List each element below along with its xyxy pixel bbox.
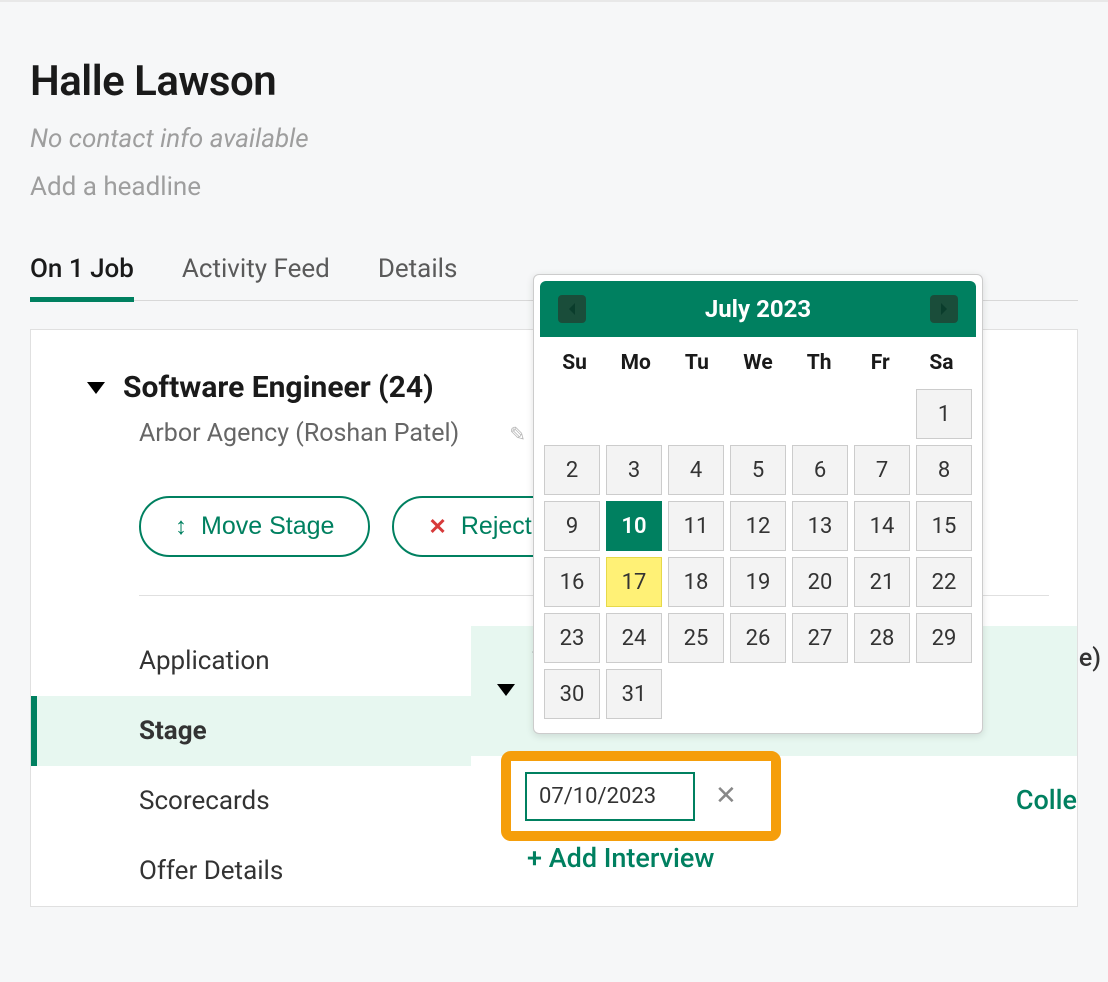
stage-date-highlight: ✕: [501, 751, 781, 841]
datepicker-dow-row: SuMoTuWeThFrSa: [534, 343, 982, 389]
contact-info: No contact info available: [30, 124, 1078, 154]
datepicker-day-cell[interactable]: 20: [792, 557, 848, 607]
datepicker-day-cell[interactable]: 14: [854, 501, 910, 551]
datepicker-day-cell[interactable]: 27: [792, 613, 848, 663]
add-headline-link[interactable]: Add a headline: [30, 172, 201, 202]
datepicker-day-cell[interactable]: 13: [792, 501, 848, 551]
datepicker-day-cell[interactable]: 24: [606, 613, 662, 663]
datepicker-dow-cell: Tu: [666, 351, 727, 375]
datepicker-day-cell[interactable]: 18: [668, 557, 724, 607]
sidebar-item-scorecards[interactable]: Scorecards: [31, 766, 471, 836]
move-stage-icon: ↕: [175, 513, 187, 541]
candidate-name: Halle Lawson: [30, 57, 1078, 106]
job-agency-line: Arbor Agency (Roshan Patel): [139, 419, 459, 448]
move-stage-button[interactable]: ↕ Move Stage: [139, 496, 370, 557]
job-title: Software Engineer (24): [123, 370, 434, 405]
pencil-icon[interactable]: ✎: [509, 422, 526, 446]
reject-label: Reject: [461, 512, 532, 541]
datepicker-next-button[interactable]: [930, 295, 958, 323]
stage-date-input[interactable]: [525, 772, 695, 821]
tab-activity-feed[interactable]: Activity Feed: [182, 254, 330, 300]
datepicker-day-cell[interactable]: 4: [668, 445, 724, 495]
reject-x-icon: ✕: [428, 514, 446, 540]
datepicker-dow-cell: Th: [789, 351, 850, 375]
datepicker-day-cell[interactable]: 12: [730, 501, 786, 551]
datepicker-day-cell[interactable]: 21: [854, 557, 910, 607]
datepicker-day-cell[interactable]: 2: [544, 445, 600, 495]
datepicker-day-cell[interactable]: 17: [606, 557, 662, 607]
datepicker-day-cell[interactable]: 29: [916, 613, 972, 663]
datepicker-day-cell[interactable]: 1: [916, 389, 972, 439]
datepicker-dow-cell: Sa: [911, 351, 972, 375]
datepicker-day-cell[interactable]: 30: [544, 669, 600, 719]
datepicker-day-cell[interactable]: 11: [668, 501, 724, 551]
datepicker-dow-cell: We: [727, 351, 788, 375]
datepicker: July 2023 SuMoTuWeThFrSa 123456789101112…: [533, 274, 983, 734]
stage-sidebar: Application Stage Scorecards Offer Detai…: [31, 596, 471, 906]
datepicker-dow-cell: Mo: [605, 351, 666, 375]
tab-on-job[interactable]: On 1 Job: [30, 254, 134, 300]
datepicker-day-cell[interactable]: 3: [606, 445, 662, 495]
datepicker-day-cell[interactable]: 9: [544, 501, 600, 551]
datepicker-day-cell[interactable]: 19: [730, 557, 786, 607]
datepicker-day-cell[interactable]: 8: [916, 445, 972, 495]
datepicker-day-cell[interactable]: 5: [730, 445, 786, 495]
add-interview-link[interactable]: + Add Interview: [527, 842, 714, 874]
sidebar-item-application[interactable]: Application: [31, 626, 471, 696]
datepicker-day-cell[interactable]: 31: [606, 669, 662, 719]
datepicker-day-cell[interactable]: 23: [544, 613, 600, 663]
caret-down-icon[interactable]: [87, 382, 105, 394]
datepicker-grid: 1234567891011121314151617181920212223242…: [534, 389, 982, 733]
datepicker-day-cell[interactable]: 25: [668, 613, 724, 663]
tab-details[interactable]: Details: [378, 254, 458, 300]
datepicker-day-cell[interactable]: 6: [792, 445, 848, 495]
caret-down-icon[interactable]: [497, 684, 515, 696]
datepicker-day-cell[interactable]: 26: [730, 613, 786, 663]
datepicker-day-cell[interactable]: 28: [854, 613, 910, 663]
datepicker-month-label: July 2023: [705, 295, 811, 323]
datepicker-day-cell[interactable]: 15: [916, 501, 972, 551]
datepicker-dow-cell: Su: [544, 351, 605, 375]
close-icon[interactable]: ✕: [715, 781, 737, 811]
move-stage-label: Move Stage: [201, 512, 334, 541]
datepicker-day-cell[interactable]: 22: [916, 557, 972, 607]
datepicker-dow-cell: Fr: [850, 351, 911, 375]
stage-row-right-label: e): [1079, 644, 1101, 673]
datepicker-day-cell[interactable]: 7: [854, 445, 910, 495]
datepicker-day-cell[interactable]: 10: [606, 501, 662, 551]
sidebar-item-stage[interactable]: Stage: [31, 696, 471, 766]
datepicker-day-cell[interactable]: 16: [544, 557, 600, 607]
datepicker-prev-button[interactable]: [558, 295, 586, 323]
collect-feedback-link[interactable]: Colle: [1016, 784, 1077, 816]
sidebar-item-offer-details[interactable]: Offer Details: [31, 836, 471, 906]
